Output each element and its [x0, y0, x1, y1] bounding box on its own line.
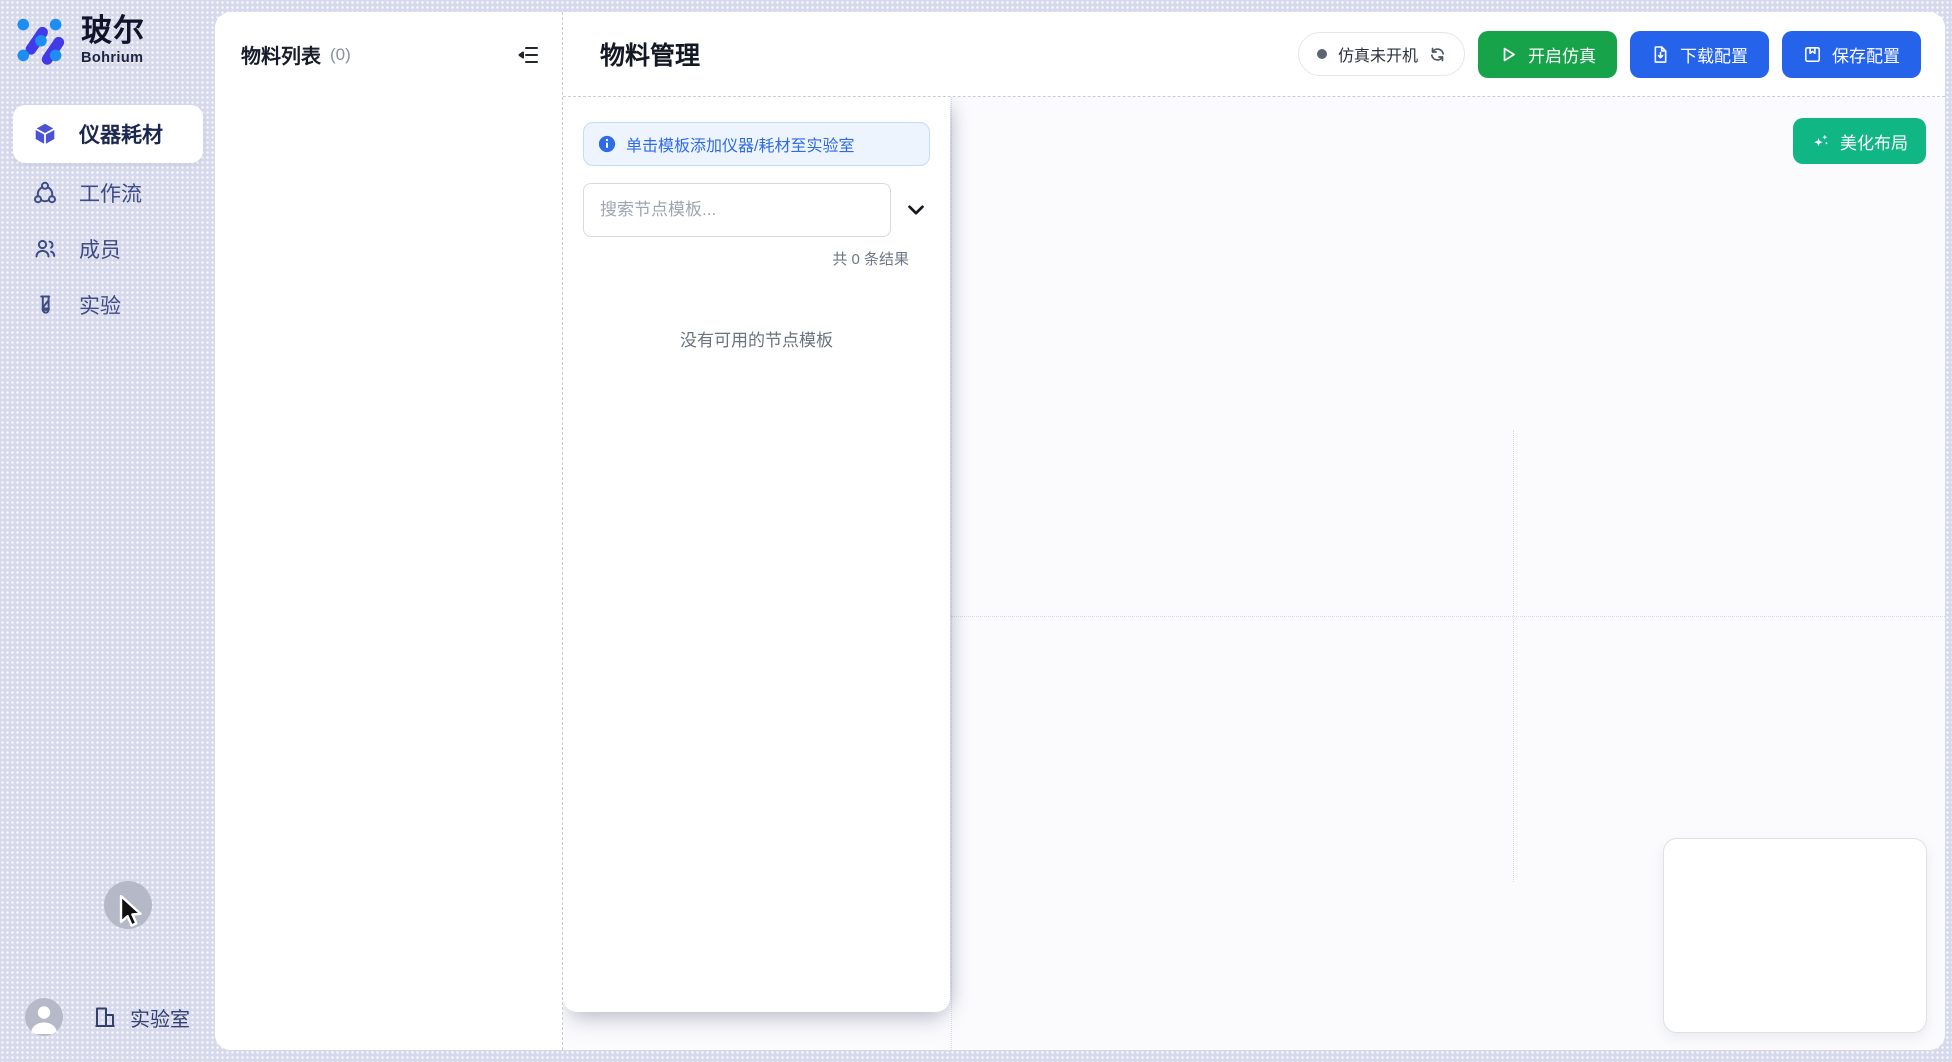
test-tube-icon [33, 293, 57, 317]
sidebar-item-experiments[interactable]: 实验 [0, 277, 213, 333]
cube-icon [33, 122, 57, 146]
sidebar-item-label: 仪器耗材 [79, 119, 163, 149]
members-icon [33, 237, 57, 261]
chevron-down-icon[interactable] [905, 199, 927, 221]
page-title: 物料管理 [600, 36, 700, 72]
empty-state-text: 没有可用的节点模板 [583, 326, 930, 351]
file-download-icon [1651, 45, 1670, 64]
header-actions: 仿真未开机 开启仿真 [1298, 31, 1921, 78]
brand-subtitle: Bohrium [81, 50, 145, 66]
start-simulation-button[interactable]: 开启仿真 [1478, 31, 1617, 78]
palette-hint-text: 单击模板添加仪器/耗材至实验室 [626, 132, 854, 156]
info-icon [598, 135, 616, 153]
status-dot-icon [1317, 49, 1327, 59]
save-config-label: 保存配置 [1832, 42, 1900, 67]
palette-search-row [583, 183, 930, 237]
flow-canvas[interactable]: 美化布局 单击模板添加仪器/耗材至实验室 [563, 97, 1945, 1050]
main-header: 物料管理 仿真未开机 [563, 12, 1945, 97]
workflow-icon [33, 181, 57, 205]
sidebar-item-label: 工作流 [79, 178, 142, 208]
app-root: 玻尔 Bohrium 仪器耗材 工作流 [0, 0, 1952, 1062]
materials-panel: 物料列表 (0) [215, 12, 563, 1050]
play-icon [1499, 45, 1518, 64]
sidebar-item-instruments[interactable]: 仪器耗材 [13, 105, 203, 163]
download-config-label: 下载配置 [1680, 42, 1748, 67]
download-config-button[interactable]: 下载配置 [1630, 31, 1769, 78]
canvas-grid-line [1513, 430, 1514, 882]
refresh-icon[interactable] [1429, 46, 1446, 63]
results-count: 共 0 条结果 [583, 248, 930, 269]
lab-switcher[interactable]: 实验室 [92, 1003, 190, 1032]
search-node-template-input[interactable] [583, 183, 891, 237]
bohrium-logo-icon [14, 13, 68, 67]
save-bookmark-icon [1803, 45, 1822, 64]
brand-title: 玻尔 [81, 13, 145, 49]
beautify-layout-label: 美化布局 [1840, 129, 1908, 154]
minimap[interactable] [1663, 838, 1927, 1033]
sidebar-item-label: 实验 [79, 290, 121, 320]
lab-building-icon [92, 1004, 118, 1030]
avatar-person-icon [25, 998, 63, 1036]
beautify-layout-button[interactable]: 美化布局 [1793, 118, 1926, 164]
avatar[interactable] [25, 998, 63, 1036]
sparkles-icon [1811, 131, 1831, 151]
content-container: 物料列表 (0) 物料管理 仿真未开机 [215, 12, 1945, 1050]
lab-label: 实验室 [130, 1003, 190, 1032]
canvas-grid-line [951, 616, 1945, 617]
palette-hint-banner: 单击模板添加仪器/耗材至实验室 [583, 122, 930, 166]
start-simulation-label: 开启仿真 [1528, 42, 1596, 67]
node-template-palette: 单击模板添加仪器/耗材至实验室 共 0 条结果 没有可用的节点模板 [563, 97, 950, 1012]
sidebar-item-label: 成员 [79, 234, 121, 264]
mouse-cursor-icon [118, 895, 150, 931]
simulation-status-pill[interactable]: 仿真未开机 [1298, 32, 1465, 76]
canvas-grid-line [951, 97, 952, 1050]
collapse-panel-icon[interactable] [516, 43, 540, 67]
sidebar-nav: 仪器耗材 工作流 成员 [0, 105, 213, 333]
sidebar-item-workflow[interactable]: 工作流 [0, 165, 213, 221]
save-config-button[interactable]: 保存配置 [1782, 31, 1921, 78]
status-text: 仿真未开机 [1338, 42, 1418, 66]
brand: 玻尔 Bohrium [14, 13, 145, 67]
sidebar-item-members[interactable]: 成员 [0, 221, 213, 277]
materials-count: (0) [330, 45, 351, 65]
materials-title: 物料列表 [241, 40, 321, 69]
sidebar-footer: 实验室 [25, 998, 190, 1036]
main-area: 物料管理 仿真未开机 [563, 12, 1945, 1050]
